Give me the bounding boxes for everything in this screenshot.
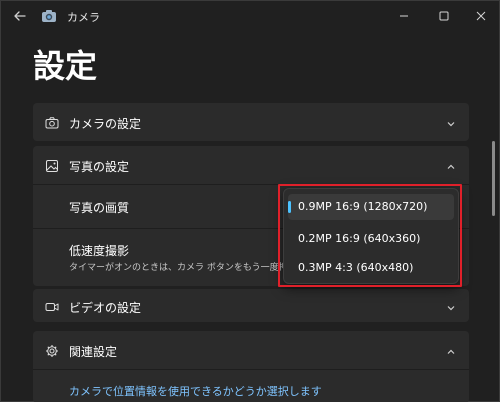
selected-indicator [288,201,291,213]
window-title: カメラ [67,11,100,24]
video-icon [45,299,59,313]
photo-settings-header[interactable]: 写真の設定 [33,146,469,184]
quality-option[interactable]: 0.2MP 16:9 (640x360) [288,226,454,252]
time-lapse-label: 低速度撮影 [69,244,130,258]
quality-option-label: 0.2MP 16:9 (640x360) [298,232,421,245]
chevron-up-icon[interactable] [445,158,457,170]
related-settings-header[interactable]: 関連設定 [33,331,469,369]
page-title: 設定 [33,47,98,85]
time-lapse-description: タイマーがオンのときは、カメラ ボタンをもう一度押すまで、 [69,263,299,273]
camera-icon [45,115,59,129]
chevron-down-icon[interactable] [445,115,457,127]
image-icon [45,158,59,172]
camera-settings-window: カメラ 設定 カメラの設定 写真の設定 写真の画質 低速度撮影 タイマーがオンの… [0,0,500,402]
related-settings-section: 関連設定 カメラで位置情報を使用できるかどうか選択します [33,331,469,402]
photo-quality-dropdown: 0.9MP 16:9 (1280x720) 0.2MP 16:9 (640x36… [283,188,459,284]
quality-option-label: 0.3MP 4:3 (640x480) [298,261,414,274]
camera-settings-label: カメラの設定 [69,117,142,131]
video-settings-section[interactable]: ビデオの設定 [33,289,469,322]
gear-icon [45,343,59,357]
video-settings-label: ビデオの設定 [69,301,142,315]
video-settings-header[interactable]: ビデオの設定 [33,289,469,322]
camera-app-icon [41,8,57,22]
related-settings-label: 関連設定 [69,345,118,359]
divider [33,184,469,185]
title-bar: カメラ [1,1,499,31]
location-permission-link[interactable]: カメラで位置情報を使用できるかどうか選択します [69,383,322,399]
minimize-icon[interactable] [386,1,422,31]
maximize-icon[interactable] [426,1,462,31]
chevron-down-icon[interactable] [445,299,457,311]
quality-option[interactable]: 0.3MP 4:3 (640x480) [288,255,454,281]
back-arrow-icon[interactable] [9,5,31,27]
chevron-up-icon[interactable] [445,343,457,355]
camera-settings-section[interactable]: カメラの設定 [33,103,469,141]
vertical-scrollbar[interactable] [492,141,495,216]
quality-option-label: 0.9MP 16:9 (1280x720) [298,200,428,213]
quality-option[interactable]: 0.9MP 16:9 (1280x720) [288,194,454,220]
photo-settings-label: 写真の設定 [69,160,130,174]
camera-settings-header[interactable]: カメラの設定 [33,103,469,141]
divider [33,369,469,370]
close-icon[interactable] [463,1,499,31]
photo-quality-label: 写真の画質 [69,201,130,215]
